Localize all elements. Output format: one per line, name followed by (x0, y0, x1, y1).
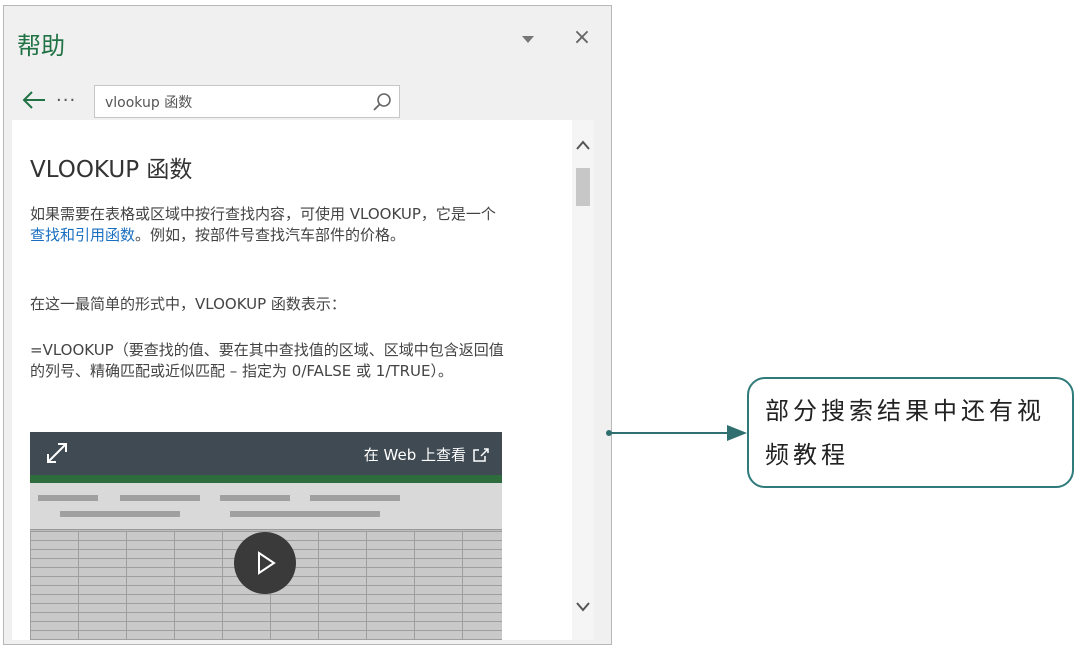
video-player: 在 Web 上查看 (30, 432, 502, 640)
annotation-callout: 部分搜索结果中还有视频教程 (747, 377, 1074, 488)
intro-text-before: 如果需要在表格或区域中按行查找内容，可使用 VLOOKUP，它是一个 (30, 205, 496, 223)
more-options-button[interactable]: ··· (56, 90, 76, 111)
help-article: VLOOKUP 函数 如果需要在表格或区域中按行查找内容，可使用 VLOOKUP… (12, 120, 572, 640)
thumbnail-toolbar (30, 483, 502, 530)
view-on-web-link[interactable]: 在 Web 上查看 (364, 444, 490, 465)
article-title: VLOOKUP 函数 (30, 157, 193, 183)
callout-arrow (606, 425, 747, 441)
back-arrow-icon[interactable] (20, 88, 48, 112)
thumbnail-detail (60, 511, 180, 517)
article-intro: 如果需要在表格或区域中按行查找内容，可使用 VLOOKUP，它是一个查找和引用函… (30, 204, 510, 246)
pane-options-dropdown[interactable] (522, 36, 534, 43)
view-on-web-label: 在 Web 上查看 (363, 446, 466, 464)
play-icon (258, 551, 276, 575)
scrollbar-thumb[interactable] (576, 168, 590, 206)
thumbnail-detail (220, 495, 290, 501)
search-input[interactable] (105, 91, 365, 113)
intro-text-after: 。例如，按部件号查找汽车部件的价格。 (135, 226, 406, 244)
thumbnail-detail (230, 511, 380, 517)
chevron-down-icon[interactable] (575, 598, 591, 614)
lookup-functions-link[interactable]: 查找和引用函数 (30, 226, 135, 244)
search-box (94, 85, 400, 118)
thumbnail-ribbon (30, 475, 502, 483)
article-paragraph: 在这一最简单的形式中，VLOOKUP 函数表示： (30, 295, 346, 313)
thumbnail-detail (38, 495, 98, 501)
video-toolbar: 在 Web 上查看 (30, 432, 502, 475)
search-icon[interactable] (371, 91, 393, 113)
chevron-up-icon[interactable] (575, 138, 591, 154)
expand-icon[interactable] (44, 440, 70, 466)
content-scrollbar[interactable] (572, 120, 594, 640)
thumbnail-detail (120, 495, 200, 501)
callout-text: 部分搜索结果中还有视频教程 (765, 397, 1045, 469)
pane-title: 帮助 (17, 32, 65, 60)
formula-syntax: =VLOOKUP（要查找的值、要在其中查找值的区域、区域中包含返回值的列号、精确… (30, 341, 504, 380)
thumbnail-detail (310, 495, 400, 501)
play-button[interactable] (234, 532, 296, 594)
open-external-icon (473, 447, 489, 462)
close-button[interactable]: × (570, 26, 594, 50)
